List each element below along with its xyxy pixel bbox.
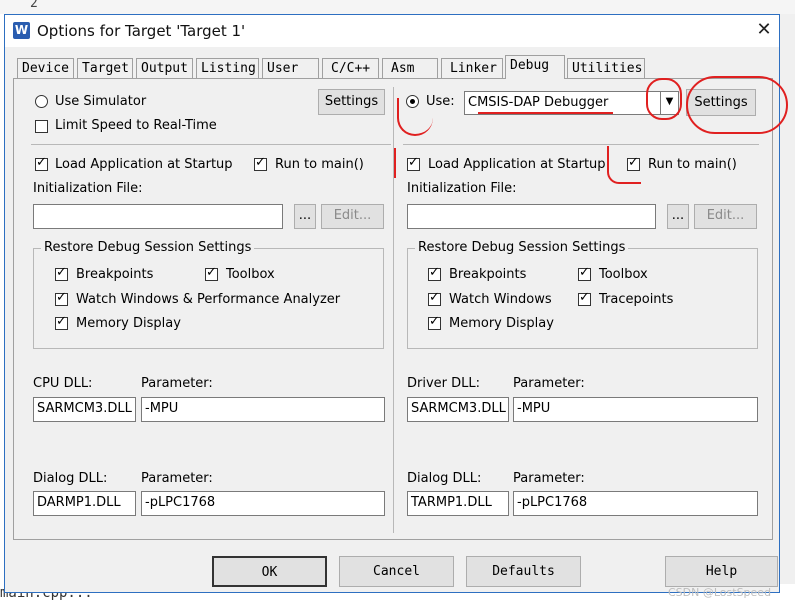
left-init-file-input[interactable] <box>33 204 283 229</box>
left-dialog-dll-label: Dialog DLL: <box>33 471 108 486</box>
driver-param-input[interactable]: -MPU <box>513 397 758 422</box>
keil-app-icon: W <box>13 22 30 39</box>
left-memory-label: Memory Display <box>76 316 181 331</box>
tab-c-cpp[interactable]: C/C++ <box>322 58 379 78</box>
ok-button[interactable]: OK <box>212 556 327 587</box>
tab-utilities[interactable]: Utilities <box>567 58 645 78</box>
left-breakpoints-checkbox[interactable] <box>55 265 68 281</box>
right-load-app-checkbox[interactable] <box>407 155 420 171</box>
left-run-main-label: Run to main() <box>275 157 364 172</box>
use-simulator-radio[interactable] <box>35 95 48 108</box>
cpu-param-label: Parameter: <box>141 376 213 391</box>
right-toolbox-checkbox[interactable] <box>578 265 591 281</box>
right-toolbox-label: Toolbox <box>599 267 648 282</box>
left-watch-label: Watch Windows & Performance Analyzer <box>76 292 341 307</box>
left-dialog-param-label: Parameter: <box>141 471 213 486</box>
cpu-dll-input[interactable]: SARMCM3.DLL <box>33 397 136 422</box>
left-load-app-checkbox[interactable] <box>35 155 48 171</box>
right-init-file-input[interactable] <box>407 204 656 229</box>
driver-param-label: Parameter: <box>513 376 585 391</box>
use-simulator-label: Use Simulator <box>55 94 147 109</box>
left-toolbox-checkbox[interactable] <box>205 265 218 281</box>
simulator-settings-button[interactable]: Settings <box>318 89 385 115</box>
left-dialog-dll-input[interactable]: DARMP1.DLL <box>33 491 136 516</box>
left-init-file-label: Initialization File: <box>33 181 143 196</box>
right-run-main-label: Run to main() <box>648 157 737 172</box>
right-edit-button[interactable]: Edit... <box>694 204 757 229</box>
annotation-dropdown-circle <box>646 78 682 120</box>
cpu-param-input[interactable]: -MPU <box>141 397 385 422</box>
left-run-main-checkbox[interactable] <box>254 155 267 171</box>
right-memory-checkbox[interactable] <box>428 314 441 330</box>
left-memory-checkbox[interactable] <box>55 314 68 330</box>
annotation-use-radio-mark <box>397 98 433 136</box>
limit-speed-label: Limit Speed to Real-Time <box>55 118 217 133</box>
annotation-debugger-underline <box>478 112 613 114</box>
driver-dll-input[interactable]: SARMCM3.DLL <box>407 397 509 422</box>
limit-speed-checkbox[interactable] <box>35 120 48 133</box>
help-button[interactable]: Help <box>665 556 778 587</box>
left-breakpoints-label: Breakpoints <box>76 267 154 282</box>
cpu-dll-label: CPU DLL: <box>33 376 93 391</box>
tab-target[interactable]: Target <box>77 58 133 78</box>
annotation-run-main-mark <box>607 146 641 184</box>
left-divider <box>31 144 391 145</box>
annotation-settings-circle <box>686 76 788 134</box>
right-memory-label: Memory Display <box>449 316 554 331</box>
right-init-file-label: Initialization File: <box>407 181 517 196</box>
debugger-select-value: CMSIS-DAP Debugger <box>468 95 609 110</box>
watermark: CSDN @LostSpeed <box>668 586 772 599</box>
driver-dll-label: Driver DLL: <box>407 376 481 391</box>
right-dialog-param-label: Parameter: <box>513 471 585 486</box>
right-dialog-dll-input[interactable]: TARMP1.DLL <box>407 491 509 516</box>
tab-asm[interactable]: Asm <box>382 58 438 78</box>
right-dialog-dll-label: Dialog DLL: <box>407 471 482 486</box>
right-breakpoints-label: Breakpoints <box>449 267 527 282</box>
tab-linker[interactable]: Linker <box>441 58 503 78</box>
tab-device[interactable]: Device <box>17 58 74 78</box>
defaults-button[interactable]: Defaults <box>466 556 581 587</box>
right-restore-title: Restore Debug Session Settings <box>415 240 629 255</box>
left-toolbox-label: Toolbox <box>226 267 275 282</box>
tab-listing[interactable]: Listing <box>196 58 259 78</box>
tab-user[interactable]: User <box>262 58 319 78</box>
right-watch-label: Watch Windows <box>449 292 552 307</box>
left-dialog-param-input[interactable]: -pLPC1768 <box>141 491 385 516</box>
left-watch-checkbox[interactable] <box>55 290 68 306</box>
right-tracepoints-label: Tracepoints <box>599 292 674 307</box>
line-number: 2 <box>30 0 38 11</box>
left-restore-title: Restore Debug Session Settings <box>41 240 255 255</box>
left-browse-button[interactable]: ... <box>294 204 316 229</box>
title-bar: W Options for Target 'Target 1' ✕ <box>5 15 779 47</box>
annotation-load-app-mark <box>394 148 402 178</box>
right-load-app-label: Load Application at Startup <box>428 157 606 172</box>
cancel-button[interactable]: Cancel <box>339 556 454 587</box>
close-icon[interactable]: ✕ <box>751 17 777 43</box>
tab-debug[interactable]: Debug <box>505 55 565 79</box>
right-tracepoints-checkbox[interactable] <box>578 290 591 306</box>
right-browse-button[interactable]: ... <box>667 204 689 229</box>
right-watch-checkbox[interactable] <box>428 290 441 306</box>
left-edit-button[interactable]: Edit... <box>321 204 384 229</box>
right-breakpoints-checkbox[interactable] <box>428 265 441 281</box>
right-dialog-param-input[interactable]: -pLPC1768 <box>513 491 758 516</box>
right-divider <box>403 144 759 145</box>
tab-output[interactable]: Output <box>136 58 193 78</box>
editor-background <box>0 0 795 14</box>
left-load-app-label: Load Application at Startup <box>55 157 233 172</box>
window-title: Options for Target 'Target 1' <box>37 22 246 40</box>
